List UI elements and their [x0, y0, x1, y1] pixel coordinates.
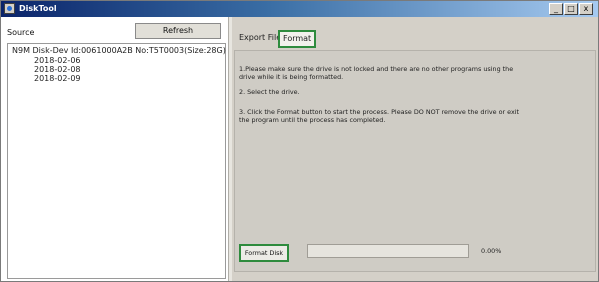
- format-disk-button[interactable]: Format Disk: [239, 244, 289, 262]
- progress-percent: 0.00%: [481, 247, 502, 255]
- tab-export-file[interactable]: Export File: [236, 32, 284, 44]
- tree-item-date[interactable]: 2018-02-09: [34, 74, 81, 83]
- tree-item-date[interactable]: 2018-02-08: [34, 65, 81, 74]
- format-tab-content: [234, 50, 596, 272]
- close-button[interactable]: x: [579, 3, 593, 15]
- instruction-step-3: 3. Click the Format button to start the …: [239, 108, 520, 124]
- tab-format[interactable]: Format: [278, 30, 317, 48]
- drive-tree[interactable]: N9M Disk-Dev Id:0061000A2B No:T5T0003(Si…: [7, 43, 226, 279]
- refresh-button[interactable]: Refresh: [135, 23, 221, 39]
- instruction-step-2: 2. Select the drive.: [239, 88, 300, 96]
- minimize-button[interactable]: _: [549, 3, 563, 15]
- tree-item-date[interactable]: 2018-02-06: [34, 56, 81, 65]
- format-progress-bar: [307, 244, 469, 258]
- window-title: DiskTool: [19, 4, 57, 13]
- instruction-step-1: 1.Please make sure the drive is not lock…: [239, 65, 514, 81]
- source-label: Source: [7, 28, 35, 37]
- maximize-button[interactable]: □: [564, 3, 578, 15]
- tree-item-drive[interactable]: N9M Disk-Dev Id:0061000A2B No:T5T0003(Si…: [12, 46, 226, 55]
- app-icon: [4, 3, 15, 14]
- title-bar[interactable]: DiskTool _ □ x: [1, 1, 598, 17]
- disktool-window: DiskTool _ □ x Source Refresh N9M Disk-D…: [0, 0, 599, 282]
